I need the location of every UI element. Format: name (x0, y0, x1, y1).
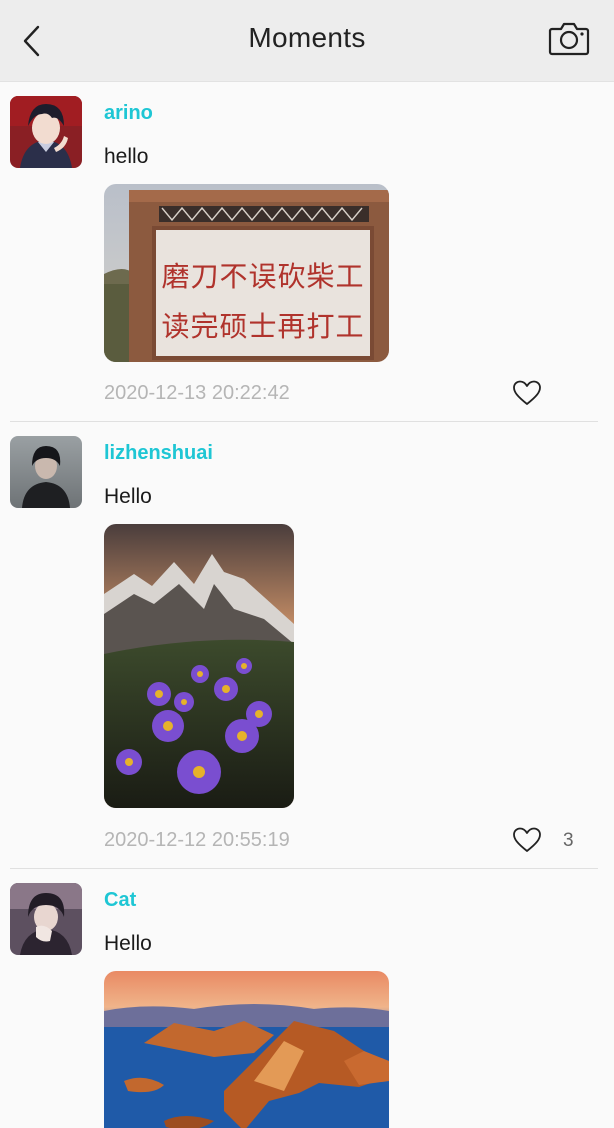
moments-feed[interactable]: arino hello 磨刀不误砍柴工 读完硕士再打工 2020-12-13 2… (0, 82, 614, 1128)
avatar[interactable] (10, 883, 82, 955)
sign-line-1: 磨刀不误砍柴工 (161, 260, 364, 293)
post-text: Hello (104, 485, 152, 508)
username[interactable]: lizhenshuai (104, 442, 213, 465)
moment-post: lizhenshuai Hello 2020-12-12 20:55:19 3 (10, 422, 598, 869)
moment-post: Cat Hello (10, 869, 598, 1128)
avatar[interactable] (10, 436, 82, 508)
post-timestamp: 2020-12-12 20:55:19 (104, 829, 290, 851)
heart-icon[interactable] (513, 827, 541, 853)
post-text: hello (104, 145, 149, 168)
sign-line-2: 读完硕士再打工 (161, 310, 364, 343)
post-image[interactable] (104, 971, 389, 1128)
post-timestamp: 2020-12-13 20:22:42 (104, 382, 290, 404)
moment-post: arino hello 磨刀不误砍柴工 读完硕士再打工 2020-12-13 2… (10, 82, 598, 422)
camera-icon[interactable] (548, 20, 590, 56)
post-image[interactable]: 磨刀不误砍柴工 读完硕士再打工 (104, 184, 389, 362)
username[interactable]: arino (104, 102, 153, 125)
post-image[interactable] (104, 524, 294, 808)
post-text: Hello (104, 932, 152, 955)
username[interactable]: Cat (104, 889, 136, 912)
top-bar: Moments (0, 0, 614, 82)
page-title: Moments (248, 22, 366, 53)
like-count: 3 (563, 830, 574, 851)
heart-icon[interactable] (513, 380, 541, 406)
avatar[interactable] (10, 96, 82, 168)
